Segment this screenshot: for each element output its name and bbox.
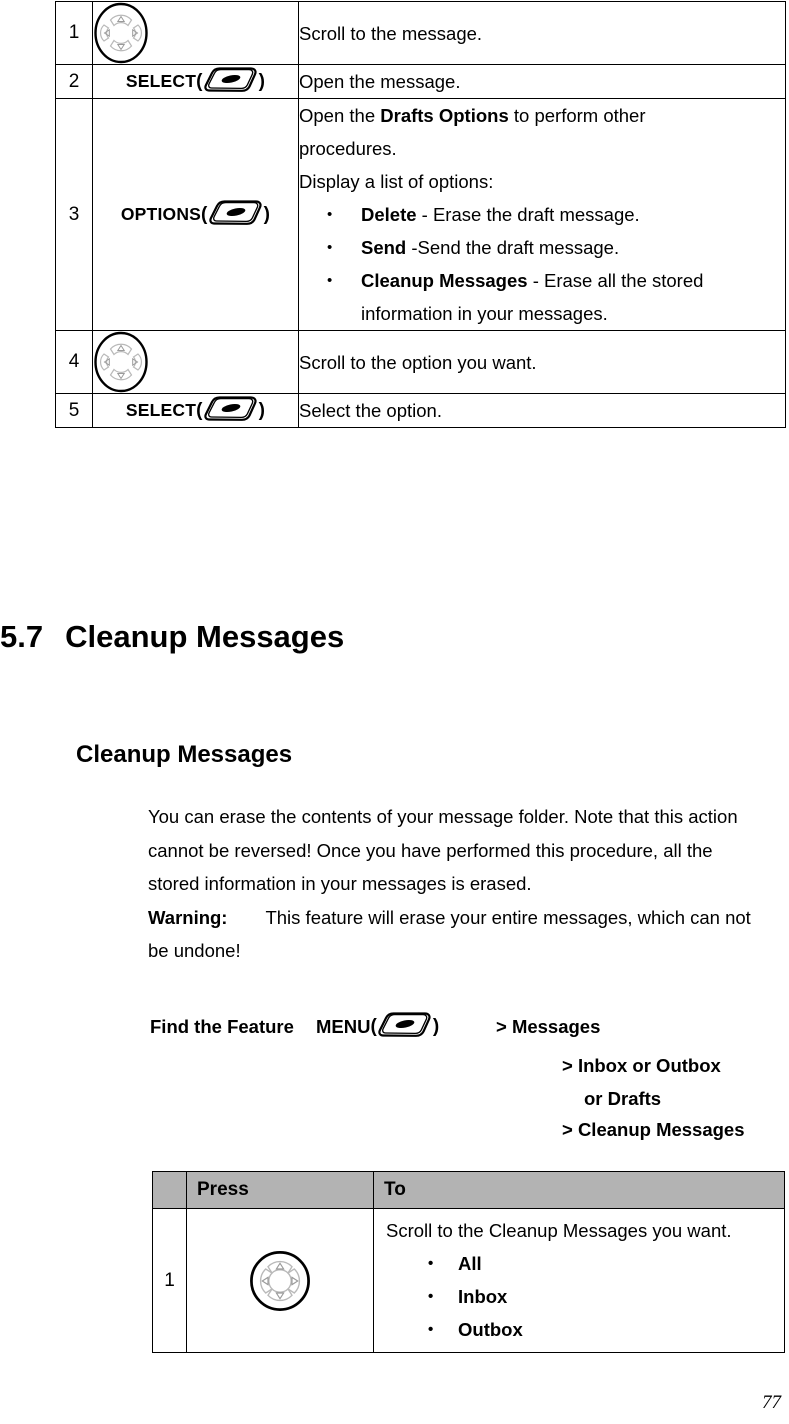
step-description: Select the option. bbox=[299, 400, 442, 421]
paren-close: ) bbox=[432, 1016, 440, 1037]
column-header-to: To bbox=[373, 1171, 785, 1209]
softkey-icon bbox=[208, 199, 264, 231]
option-term: Cleanup Messages bbox=[361, 270, 528, 291]
option-term: Delete bbox=[361, 204, 417, 225]
press-cell: SELECT ( ) bbox=[92, 393, 299, 428]
warning-paragraph: Warning: This feature will erase your ent… bbox=[148, 901, 763, 968]
press-cell bbox=[186, 1208, 374, 1353]
table-header-row: Press To bbox=[152, 1171, 785, 1209]
menu-path-cleanup-messages: > Cleanup Messages bbox=[562, 1119, 745, 1140]
option-desc: - Erase the draft message. bbox=[416, 204, 640, 225]
intro-paragraph: You can erase the contents of your messa… bbox=[148, 806, 738, 894]
step-number: 5 bbox=[55, 393, 93, 428]
step-number: 1 bbox=[152, 1208, 187, 1353]
subsection-title: Cleanup Messages bbox=[76, 741, 293, 768]
list-item: Outbox bbox=[386, 1313, 784, 1346]
option-term: Send bbox=[361, 237, 407, 258]
navigation-key-icon bbox=[93, 331, 298, 393]
column-header-number bbox=[152, 1171, 187, 1209]
page-title: 5.7 Cleanup Messages bbox=[0, 619, 344, 655]
column-header-press: Press bbox=[186, 1171, 374, 1209]
step-number: 2 bbox=[55, 64, 93, 99]
list-item: Cleanup Messages - Erase all the stored … bbox=[299, 264, 785, 330]
step-number: 4 bbox=[55, 330, 93, 394]
table-row: 1 Scroll to th bbox=[55, 1, 786, 65]
select-key-label: SELECT ( ) bbox=[126, 66, 265, 98]
intro-text-c: to perform other bbox=[508, 105, 646, 126]
section-title: Cleanup Messages bbox=[65, 619, 345, 654]
cleanup-messages-procedure-table: Press To 1 Scroll to the Cleanup Message… bbox=[152, 1171, 785, 1353]
press-cell bbox=[92, 1, 299, 65]
cleanup-intro: Scroll to the Cleanup Messages you want. bbox=[386, 1220, 732, 1241]
press-cell: OPTIONS ( ) bbox=[92, 98, 299, 331]
options-key-label: OPTIONS ( ) bbox=[121, 199, 270, 231]
drafts-procedure-table: 1 Scroll to the message. 2 SELECT () Op… bbox=[55, 1, 786, 428]
find-feature-first-line: Find the Feature MENU ( ) > Messages bbox=[150, 1010, 785, 1044]
options-intro-line-2: procedures. bbox=[299, 138, 397, 159]
paren-close: ) bbox=[263, 203, 271, 225]
table-row: 4 Scroll to the option you want. bbox=[55, 330, 786, 394]
menu-path-messages: > Messages bbox=[496, 1016, 601, 1037]
to-cell: Open the message. bbox=[298, 64, 786, 99]
cleanup-options-list: All Inbox Outbox bbox=[386, 1247, 784, 1346]
list-item: Delete - Erase the draft message. bbox=[299, 198, 785, 231]
menu-path-inbox-outbox: > Inbox or Outbox bbox=[562, 1055, 721, 1076]
list-item: All bbox=[386, 1247, 784, 1280]
navigation-key-icon bbox=[93, 2, 298, 64]
paren-close: ) bbox=[258, 70, 266, 92]
table-row: 3 OPTIONS ( ) Open the Drafts Options to… bbox=[55, 98, 786, 331]
step-description: Open the message. bbox=[299, 71, 461, 92]
section-number: 5.7 bbox=[0, 619, 44, 654]
to-cell: Scroll to the option you want. bbox=[298, 330, 786, 394]
find-the-feature-block: Find the Feature MENU ( ) > Messages > I… bbox=[150, 1010, 785, 1141]
find-feature-label: Find the Feature bbox=[150, 1016, 294, 1037]
to-cell: Open the Drafts Options to perform other… bbox=[298, 98, 786, 331]
options-list: Delete - Erase the draft message. Send -… bbox=[299, 198, 785, 330]
to-cell: Scroll to the message. bbox=[298, 1, 786, 65]
list-item: Inbox bbox=[386, 1280, 784, 1313]
to-cell: Scroll to the Cleanup Messages you want.… bbox=[373, 1208, 785, 1353]
navigation-key-icon bbox=[187, 1249, 373, 1313]
softkey-icon bbox=[203, 66, 259, 98]
table-row: 1 Scroll to th bbox=[152, 1208, 785, 1353]
page-number: 77 bbox=[762, 1392, 781, 1413]
warning-label: Warning: bbox=[148, 906, 228, 928]
options-intro-line-3: Display a list of options: bbox=[299, 171, 494, 192]
list-item: Send -Send the draft message. bbox=[299, 231, 785, 264]
table-row: 2 SELECT ( ) Open the message. bbox=[55, 64, 786, 99]
press-cell bbox=[92, 330, 299, 394]
drafts-options-term: Drafts Options bbox=[380, 105, 509, 126]
paren-close: ) bbox=[258, 399, 266, 421]
key-name: SELECT bbox=[125, 400, 197, 420]
key-name: MENU bbox=[316, 1016, 371, 1037]
options-intro-line-1: Open the Drafts Options to perform other bbox=[299, 99, 785, 132]
key-name: SELECT bbox=[125, 71, 197, 91]
select-key-label: SELECT ( ) bbox=[126, 395, 265, 427]
key-name: OPTIONS bbox=[120, 204, 202, 224]
option-desc: -Send the draft message. bbox=[406, 237, 620, 258]
to-cell: Select the option. bbox=[298, 393, 786, 428]
step-description: Scroll to the option you want. bbox=[299, 351, 537, 373]
softkey-icon bbox=[377, 1011, 433, 1043]
step-number: 3 bbox=[55, 98, 93, 331]
body-text: You can erase the contents of your messa… bbox=[148, 800, 763, 968]
intro-text-a: Open the bbox=[299, 105, 381, 126]
step-description: Scroll to the message. bbox=[299, 22, 483, 44]
softkey-icon bbox=[203, 395, 259, 427]
press-cell: SELECT ( ) bbox=[92, 64, 299, 99]
menu-key-label: MENU ( ) bbox=[316, 1011, 496, 1043]
menu-path-drafts: or Drafts bbox=[584, 1088, 662, 1109]
warning-text: This feature will erase your entire mess… bbox=[148, 906, 751, 962]
table-row: 5 SELECT ( ) Select the option. bbox=[55, 393, 786, 428]
step-number: 1 bbox=[55, 1, 93, 65]
